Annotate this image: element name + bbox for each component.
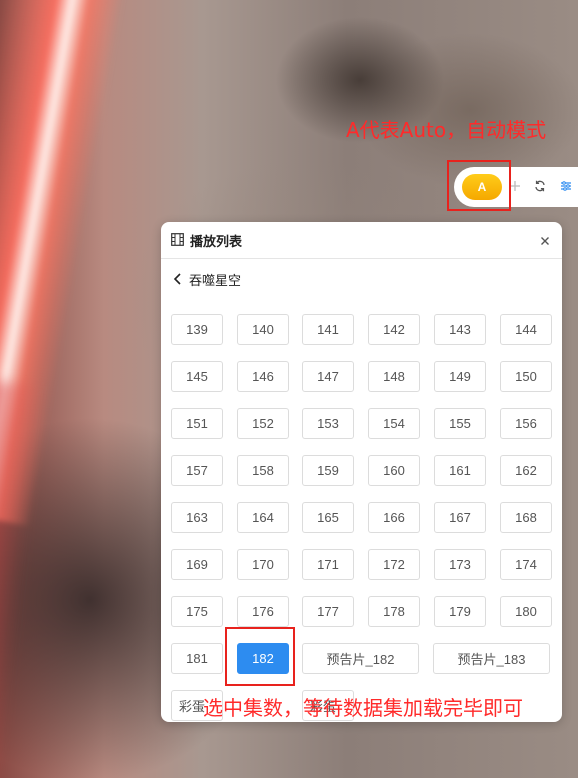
episode-button[interactable]: 175 [171, 596, 223, 627]
episode-button[interactable]: 153 [302, 408, 354, 439]
panel-title: 播放列表 [190, 234, 243, 250]
episode-button[interactable]: 152 [237, 408, 289, 439]
preview-episode-button[interactable]: 预告片_182 [302, 643, 419, 674]
highlight-box-selected-episode [225, 627, 295, 686]
close-icon[interactable] [538, 233, 552, 247]
highlight-box-auto [447, 160, 511, 211]
episode-button[interactable]: 143 [434, 314, 486, 345]
annotation-auto-mode: A代表Auto，自动模式 [346, 118, 547, 142]
episode-button[interactable]: 169 [171, 549, 223, 580]
playlist-icon [171, 231, 184, 250]
episode-button[interactable]: 173 [434, 549, 486, 580]
episode-button[interactable]: 141 [302, 314, 354, 345]
episode-button[interactable]: 144 [500, 314, 552, 345]
series-title: 吞噬星空 [189, 274, 242, 289]
episode-button[interactable]: 159 [302, 455, 354, 486]
episode-button[interactable]: 167 [434, 502, 486, 533]
episode-button[interactable]: 162 [500, 455, 552, 486]
annotation-select-episode: 选中集数，等待数据集加载完毕即可 [203, 696, 523, 720]
episode-button[interactable]: 164 [237, 502, 289, 533]
episode-button[interactable]: 171 [302, 549, 354, 580]
episode-button[interactable]: 166 [368, 502, 420, 533]
episode-button[interactable]: 145 [171, 361, 223, 392]
episode-button[interactable]: 170 [237, 549, 289, 580]
episode-button[interactable]: 155 [434, 408, 486, 439]
episode-button[interactable]: 149 [434, 361, 486, 392]
back-chevron-icon[interactable] [173, 270, 183, 289]
episode-button[interactable]: 165 [302, 502, 354, 533]
refresh-icon[interactable] [532, 178, 548, 194]
light-flare-secondary [0, 376, 42, 778]
episode-button[interactable]: 172 [368, 549, 420, 580]
episode-button[interactable]: 154 [368, 408, 420, 439]
episode-button[interactable]: 160 [368, 455, 420, 486]
episode-button[interactable]: 163 [171, 502, 223, 533]
settings-sliders-icon[interactable] [558, 178, 574, 194]
episode-button[interactable]: 174 [500, 549, 552, 580]
episode-button[interactable]: 181 [171, 643, 223, 674]
episode-button[interactable]: 176 [237, 596, 289, 627]
episode-button[interactable]: 158 [237, 455, 289, 486]
episode-button[interactable]: 148 [368, 361, 420, 392]
preview-episode-button[interactable]: 预告片_183 [433, 643, 550, 674]
episode-button[interactable]: 150 [500, 361, 552, 392]
episode-button[interactable]: 180 [500, 596, 552, 627]
episode-button[interactable]: 140 [237, 314, 289, 345]
episode-button[interactable]: 161 [434, 455, 486, 486]
series-header[interactable]: 吞噬星空 [161, 259, 562, 300]
episode-button[interactable]: 147 [302, 361, 354, 392]
episode-button[interactable]: 139 [171, 314, 223, 345]
episode-button[interactable]: 179 [434, 596, 486, 627]
panel-header: 播放列表 [161, 222, 562, 259]
episode-button[interactable]: 142 [368, 314, 420, 345]
episode-button[interactable]: 156 [500, 408, 552, 439]
playlist-panel: 播放列表 吞噬星空 139 140 141 142 143 144 145 146 147 148… [161, 222, 562, 722]
episode-button[interactable]: 146 [237, 361, 289, 392]
episode-button[interactable]: 177 [302, 596, 354, 627]
episode-button[interactable]: 178 [368, 596, 420, 627]
episode-button[interactable]: 151 [171, 408, 223, 439]
episode-button[interactable]: 168 [500, 502, 552, 533]
episode-button[interactable]: 157 [171, 455, 223, 486]
